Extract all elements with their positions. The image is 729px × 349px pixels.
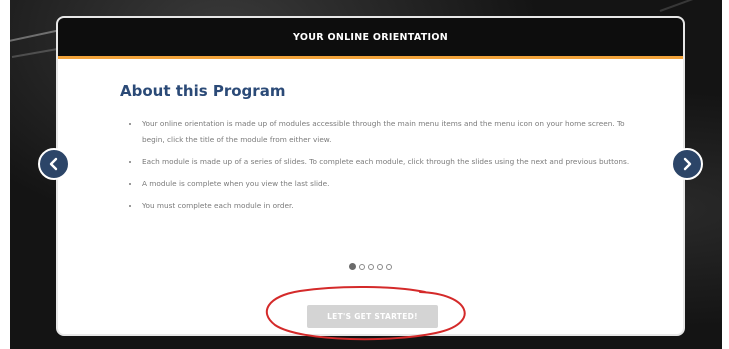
pagination-dot-3[interactable] <box>368 263 374 270</box>
program-bullet-list: Your online orientation is made up of mo… <box>128 116 630 220</box>
pagination-dot-2[interactable] <box>359 263 365 270</box>
pagination-dot-5[interactable] <box>386 263 392 270</box>
pagination-dot-4[interactable] <box>377 263 383 270</box>
previous-slide-button[interactable] <box>38 148 70 180</box>
slide-pagination <box>349 263 392 270</box>
orientation-modal: YOUR ONLINE ORIENTATION About this Progr… <box>56 16 685 336</box>
next-slide-button[interactable] <box>671 148 703 180</box>
modal-header: YOUR ONLINE ORIENTATION <box>58 18 683 59</box>
chevron-left-icon <box>49 157 58 171</box>
get-started-button[interactable]: LET'S GET STARTED! <box>307 305 438 328</box>
modal-title: YOUR ONLINE ORIENTATION <box>293 31 448 43</box>
program-heading: About this Program <box>120 82 286 100</box>
list-item: Your online orientation is made up of mo… <box>140 116 630 148</box>
list-item: A module is complete when you view the l… <box>140 176 630 192</box>
list-item: You must complete each module in order. <box>140 198 630 214</box>
chevron-right-icon <box>683 157 692 171</box>
pagination-dot-1[interactable] <box>349 263 356 270</box>
background-streak <box>659 0 722 12</box>
list-item: Each module is made up of a series of sl… <box>140 154 630 170</box>
